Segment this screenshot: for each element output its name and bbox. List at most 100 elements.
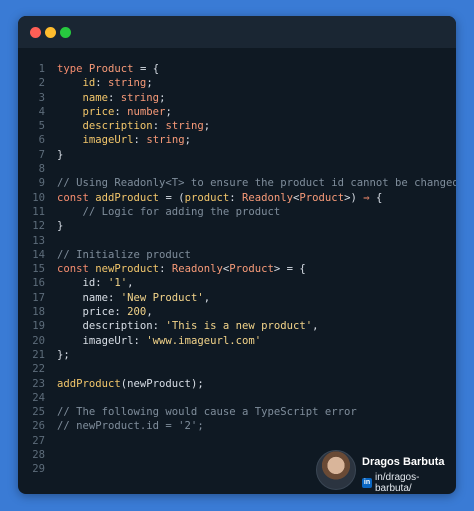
code-token: string: [165, 120, 204, 133]
code-token: :: [114, 105, 128, 118]
code-text: name: 'New Product',: [57, 291, 211, 305]
code-line: 11 // Logic for adding the product: [18, 205, 456, 219]
code-token: (newProduct);: [120, 377, 204, 390]
code-text: description: string;: [57, 119, 211, 133]
code-token: :: [108, 91, 121, 104]
line-number: 4: [38, 105, 45, 118]
code-text: type Product = {: [57, 62, 159, 76]
code-token: :: [229, 191, 242, 204]
code-line: 10 const addProduct = (product: Readonly<…: [18, 191, 456, 205]
code-line: 14 // Initialize product: [18, 248, 456, 262]
code-text: id: '1',: [57, 276, 134, 290]
code-token: newProduct: [95, 263, 160, 276]
author-handle-row: in in/dragos-barbuta/: [362, 472, 456, 494]
code-token: :: [95, 77, 109, 90]
code-token: }: [57, 220, 64, 233]
line-number: 15: [32, 263, 45, 276]
code-token: 'New Product': [120, 291, 204, 304]
code-text: };: [57, 348, 70, 362]
code-token: addProduct: [95, 191, 160, 204]
line-number: 1: [38, 63, 45, 75]
code-line: 8: [18, 162, 456, 176]
code-token: // Initialize product: [57, 248, 191, 261]
code-line: 27: [18, 434, 456, 448]
line-number: 29: [32, 463, 45, 476]
code-token: imageUrl: [82, 134, 134, 147]
line-number: 20: [32, 334, 45, 347]
minimize-dot-icon[interactable]: [45, 27, 56, 38]
avatar: [316, 450, 356, 490]
code-token: 'This is a new product': [165, 320, 313, 333]
line-number: 21: [32, 348, 45, 361]
code-token: = (: [159, 191, 185, 204]
code-token: number: [127, 105, 166, 118]
linkedin-handle: in/dragos-barbuta/: [374, 472, 420, 494]
code-token: id:: [57, 277, 109, 290]
code-token: addProduct: [57, 377, 121, 390]
line-number: 19: [32, 320, 45, 333]
code-window: 1 type Product = {2 id: string; 3 name: st…: [18, 16, 456, 494]
code-token: ,: [203, 291, 211, 304]
code-token: ,: [127, 277, 134, 290]
code-token: const: [57, 263, 89, 276]
code-line: 3 name: string;: [18, 91, 456, 105]
code-line: 23 addProduct(newProduct);: [18, 377, 456, 391]
line-number: 22: [32, 363, 45, 376]
code-token: ;: [165, 105, 172, 118]
code-line: 15 const newProduct: Readonly<Product> = …: [18, 262, 456, 276]
code-text: const newProduct: Readonly<Product> = {: [57, 262, 306, 276]
code-token: price:: [57, 306, 128, 319]
code-token: // newProduct.id = '2';: [57, 420, 204, 433]
code-token: description:: [57, 320, 166, 333]
code-line: 2 id: string;: [18, 76, 456, 90]
code-line: 17 name: 'New Product',: [18, 291, 456, 305]
window-titlebar: [18, 16, 456, 48]
code-token: Product: [88, 63, 134, 75]
code-text: // Logic for adding the product: [57, 205, 281, 219]
close-dot-icon[interactable]: [30, 27, 41, 38]
code-line: 9 // Using Readonly<T> to ensure the prod…: [18, 176, 456, 190]
code-token: :: [152, 120, 166, 133]
maximize-dot-icon[interactable]: [60, 27, 71, 38]
code-token: id: [82, 77, 96, 90]
linkedin-icon: in: [362, 478, 372, 488]
code-text: // Using Readonly<T> to ensure the produ…: [57, 176, 456, 190]
code-token: // Logic for adding the product: [82, 205, 281, 218]
code-line: 7}: [18, 148, 456, 162]
line-number: 2: [38, 77, 45, 90]
code-line: 26 // newProduct.id = '2';: [18, 419, 456, 433]
code-text: addProduct(newProduct);: [57, 377, 204, 391]
code-token: = {: [133, 63, 160, 75]
line-number: 28: [32, 449, 45, 462]
line-number: 10: [32, 191, 45, 204]
code-line: 20 imageUrl: 'www.imageurl.com': [18, 334, 456, 348]
code-token: // The following would cause a TypeScrip…: [57, 406, 357, 419]
code-token: const: [57, 191, 89, 204]
code-text: // newProduct.id = '2';: [57, 419, 204, 433]
code-token: Product: [299, 191, 345, 204]
code-token: string: [120, 91, 160, 104]
code-token: :: [159, 263, 172, 276]
code-token: >): [344, 191, 364, 204]
code-token: product: [184, 191, 230, 204]
line-number: 18: [32, 306, 45, 319]
code-token: ,: [146, 306, 153, 319]
line-number: 6: [38, 134, 45, 147]
code-token: string: [146, 134, 185, 147]
code-text: id: string;: [57, 76, 153, 90]
code-line: 22: [18, 362, 456, 376]
code-text: const addProduct = (product: Readonly<Pr…: [57, 191, 382, 205]
line-number: 14: [32, 248, 45, 261]
code-text: }: [57, 219, 63, 233]
line-number: 23: [32, 377, 45, 390]
line-number: 26: [32, 420, 45, 433]
code-text: // The following would cause a TypeScrip…: [57, 405, 357, 419]
code-token: ;: [159, 91, 166, 104]
line-number: 11: [32, 205, 45, 218]
code-line: 1 type Product = {: [18, 62, 456, 76]
line-number: 13: [32, 234, 45, 247]
